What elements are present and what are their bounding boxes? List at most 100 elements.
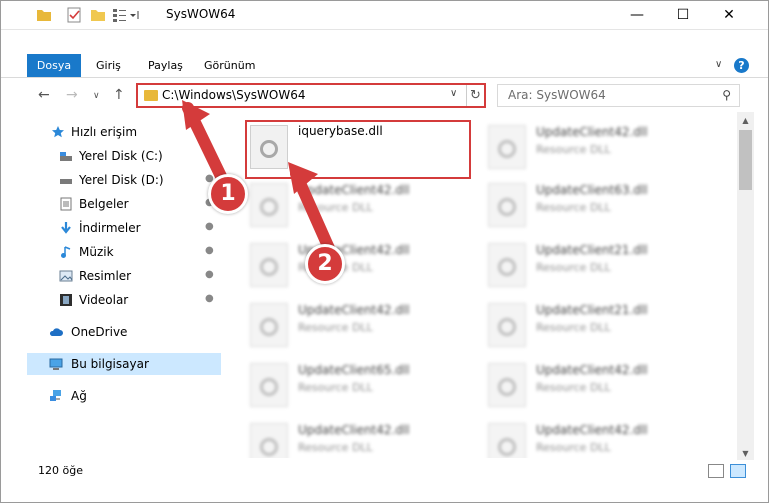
dll-file-icon — [488, 125, 526, 169]
sidebar-item-label: Ağ — [71, 389, 87, 403]
file-name: UpdateClient21.dll — [536, 303, 648, 317]
file-type: Resource DLL — [298, 441, 373, 454]
file-type: Resource DLL — [536, 261, 611, 274]
chevron-down-icon[interactable]: ∨ — [450, 88, 457, 99]
music-icon — [61, 246, 71, 258]
pin-icon[interactable]: ● — [205, 269, 214, 280]
video-icon — [60, 294, 72, 306]
file-item[interactable]: UpdateClient42.dll Resource DLL — [484, 419, 710, 458]
folder-icon — [36, 7, 52, 23]
sidebar-item-videos[interactable]: Videolar ● — [27, 289, 221, 311]
file-item[interactable]: UpdateClient42.dll Resource DLL — [484, 359, 710, 411]
pin-icon[interactable]: ● — [205, 245, 214, 256]
sidebar-item-network[interactable]: Ağ — [27, 385, 221, 407]
tab-share[interactable]: Paylaş — [140, 55, 191, 77]
refresh-icon[interactable]: ↻ — [466, 85, 484, 106]
sidebar-item-this-pc[interactable]: Bu bilgisayar — [27, 353, 221, 375]
scroll-thumb[interactable] — [739, 130, 752, 190]
file-name: UpdateClient21.dll — [536, 243, 648, 257]
search-icon[interactable]: ⚲ — [722, 88, 731, 102]
pin-icon[interactable]: ● — [205, 221, 214, 232]
sidebar-item-onedrive[interactable]: OneDrive — [27, 321, 221, 343]
file-type: Resource DLL — [298, 381, 373, 394]
file-item[interactable]: UpdateClient42.dll Resource DLL — [246, 299, 472, 351]
new-folder-icon[interactable] — [90, 7, 106, 23]
network-icon — [50, 390, 61, 401]
dll-file-icon — [250, 303, 288, 347]
computer-icon — [49, 358, 63, 370]
maximize-button[interactable]: ☐ — [660, 0, 706, 30]
sidebar-item-label: Videolar — [79, 293, 129, 307]
sidebar-item-label: Yerel Disk (C:) — [79, 149, 163, 163]
dll-file-icon — [250, 423, 288, 458]
file-name: UpdateClient42.dll — [536, 423, 648, 437]
file-item[interactable]: UpdateClient21.dll Resource DLL — [484, 239, 710, 291]
window-title: SysWOW64 — [166, 7, 236, 21]
file-type: Resource DLL — [536, 321, 611, 334]
sidebar-item-label: Müzik — [79, 245, 114, 259]
file-item[interactable]: UpdateClient42.dll Resource DLL — [246, 419, 472, 458]
minimize-button[interactable]: — — [614, 0, 660, 30]
folder-icon — [144, 90, 158, 101]
file-type: Resource DLL — [536, 381, 611, 394]
file-type: Resource DLL — [536, 201, 611, 214]
tab-file[interactable]: Dosya — [27, 54, 81, 77]
sidebar-item-pictures[interactable]: Resimler ● — [27, 265, 221, 287]
item-count: 120 öğe — [38, 464, 83, 477]
dll-file-icon — [488, 183, 526, 227]
file-item[interactable]: UpdateClient42.dll Resource DLL — [484, 121, 710, 173]
file-item[interactable]: UpdateClient42.dll Resource DLL — [246, 179, 472, 231]
pictures-icon — [59, 270, 73, 282]
forward-arrow-icon[interactable]: → — [66, 87, 78, 103]
sidebar-item-label: Yerel Disk (D:) — [79, 173, 164, 187]
sidebar-item-label: OneDrive — [71, 325, 128, 339]
file-item[interactable]: UpdateClient42.dll Resource DLL — [246, 239, 472, 291]
file-type: Resource DLL — [536, 441, 611, 454]
highlight-box — [245, 120, 471, 179]
file-name: UpdateClient42.dll — [536, 363, 648, 377]
sidebar-item-downloads[interactable]: İndirmeler ● — [27, 217, 221, 239]
step-badge-1: 1 — [208, 174, 248, 214]
file-name: UpdateClient63.dll — [536, 183, 648, 197]
download-icon — [61, 222, 71, 234]
sidebar-item-music[interactable]: Müzik ● — [27, 241, 221, 263]
file-name: UpdateClient42.dll — [298, 423, 410, 437]
title-bar: SysWOW64 — ☐ ✕ — [0, 0, 769, 30]
file-name: UpdateClient42.dll — [298, 303, 410, 317]
documents-icon — [60, 197, 72, 211]
back-arrow-icon[interactable]: ← — [38, 87, 50, 103]
recent-chevron-icon[interactable]: ∨ — [93, 91, 100, 101]
ribbon-divider — [0, 77, 769, 78]
drive-icon — [60, 152, 72, 161]
chevron-down-icon[interactable]: ∨ — [715, 59, 722, 70]
dll-file-icon — [488, 243, 526, 287]
close-button[interactable]: ✕ — [706, 0, 752, 30]
file-item[interactable]: UpdateClient65.dll Resource DLL — [246, 359, 472, 411]
sidebar-item-label: Bu bilgisayar — [71, 357, 149, 371]
sidebar-item-label: Resimler — [79, 269, 132, 283]
scroll-up-icon[interactable]: ▲ — [737, 112, 754, 129]
dll-file-icon — [250, 363, 288, 407]
status-bar: 120 öğe — [0, 460, 769, 482]
dll-file-icon — [488, 363, 526, 407]
star-icon — [52, 126, 64, 138]
pin-icon[interactable]: ● — [205, 293, 214, 304]
dll-file-icon — [488, 423, 526, 458]
tab-view[interactable]: Görünüm — [196, 55, 263, 77]
file-name: UpdateClient42.dll — [536, 125, 648, 139]
details-view-icon[interactable] — [708, 464, 724, 478]
help-icon[interactable]: ? — [734, 58, 749, 73]
large-icons-view-icon[interactable] — [730, 464, 746, 478]
step-badge-2: 2 — [305, 244, 345, 284]
dll-file-icon — [488, 303, 526, 347]
search-input[interactable]: Ara: SysWOW64 ⚲ — [497, 84, 740, 107]
properties-icon[interactable] — [66, 7, 82, 23]
tab-home[interactable]: Giriş — [88, 55, 129, 77]
search-placeholder: Ara: SysWOW64 — [508, 88, 606, 102]
vertical-scrollbar[interactable]: ▲ ▼ — [737, 112, 754, 462]
file-item[interactable]: UpdateClient21.dll Resource DLL — [484, 299, 710, 351]
customize-toolbar-icon[interactable] — [112, 7, 139, 23]
sidebar-item-label: Hızlı erişim — [71, 125, 138, 139]
up-arrow-icon[interactable]: ↑ — [113, 87, 125, 103]
file-item[interactable]: UpdateClient63.dll Resource DLL — [484, 179, 710, 231]
